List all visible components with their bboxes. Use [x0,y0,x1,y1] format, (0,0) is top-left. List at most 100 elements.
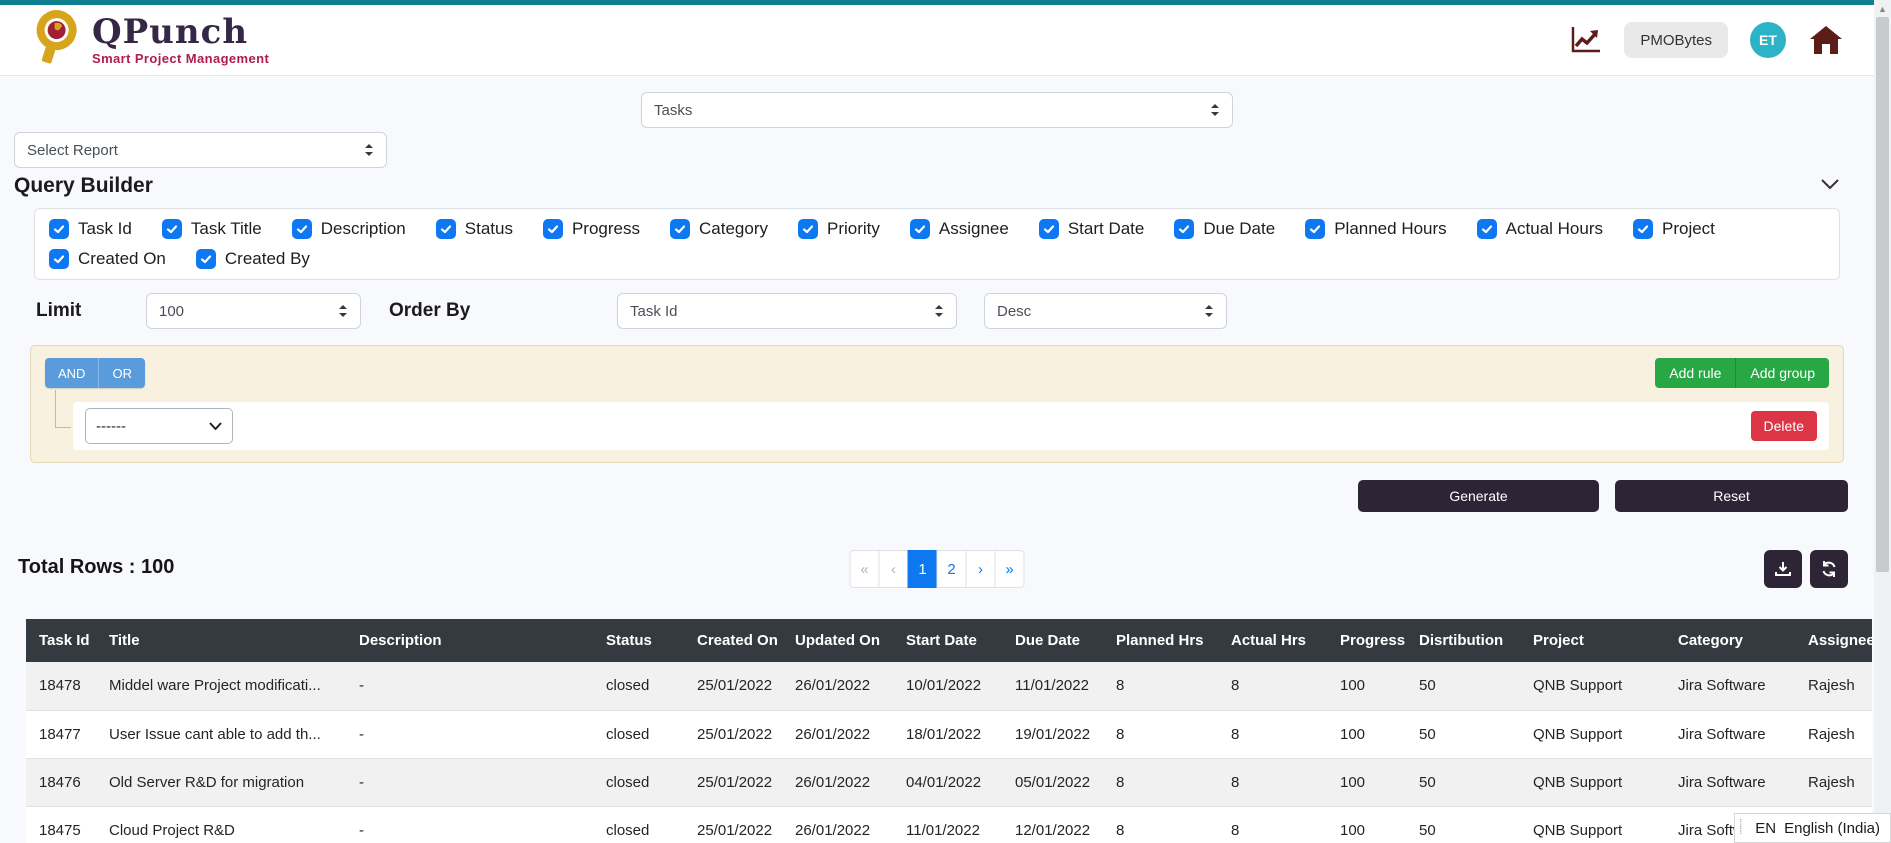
column-header: Updated On [782,619,893,662]
scrollbar-up-arrow-icon[interactable]: ▲ [1874,0,1891,17]
field-checkbox[interactable]: Category [670,219,768,239]
limit-select[interactable]: 100 [146,293,361,329]
grip-dots-icon[interactable]: ⁞ ⁞ [1739,819,1747,837]
checkbox-checked-icon[interactable] [291,219,312,239]
field-checkbox[interactable]: Created By [195,249,310,269]
refresh-icon [1822,561,1836,577]
pagination-prev[interactable]: ‹ [878,550,909,588]
scrollbar-thumb[interactable] [1876,17,1889,572]
table-cell: User Issue cant able to add th... [96,710,346,759]
generate-button[interactable]: Generate [1358,480,1599,512]
field-checkbox-label: Project [1662,219,1715,238]
table-header-row: Task Id Title Description Status Created On U… [26,619,1872,662]
field-checkbox[interactable]: Description [291,219,406,239]
checkbox-checked-icon[interactable] [49,219,69,239]
field-checkbox[interactable]: Start Date [1038,219,1145,239]
analytics-chart-icon[interactable] [1570,25,1602,55]
and-condition-button[interactable]: AND [45,358,99,388]
checkbox-checked-icon[interactable] [1633,219,1653,239]
field-checkbox[interactable]: Progress [542,219,640,239]
table-cell: 26/01/2022 [782,710,893,759]
table-cell: Old Server R&D for migration [96,758,346,807]
column-header: Created On [684,619,782,662]
table-cell: 50 [1406,710,1520,759]
language-bar[interactable]: ⁞ ⁞ EN English (India) [1734,813,1891,843]
field-checkbox-list: Task Id Task Title Description Status Pr… [34,208,1840,280]
order-direction-select[interactable]: Desc [984,293,1227,329]
limit-value: 100 [159,302,185,320]
checkbox-checked-icon[interactable] [670,219,690,239]
add-rule-button[interactable]: Add rule [1655,358,1736,388]
table-cell: 18477 [26,710,96,759]
checkbox-checked-icon[interactable] [909,219,930,239]
column-header: Progress [1327,619,1406,662]
qpunch-logo-icon [30,9,82,71]
results-toolbar: Total Rows : 100 « ‹ 1 2 › » [14,548,1860,594]
field-checkbox[interactable]: Assignee [909,219,1009,239]
add-actions-group: Add rule Add group [1655,358,1829,388]
field-checkbox[interactable]: Created On [49,249,166,269]
download-button[interactable] [1764,550,1802,588]
table-cell: QNB Support [1520,710,1665,759]
pagination-next[interactable]: › [965,550,996,588]
table-cell: 25/01/2022 [684,710,782,759]
field-checkbox[interactable]: Task Id [49,219,132,239]
table-cell: 05/01/2022 [1002,758,1103,807]
checkbox-checked-icon[interactable] [1305,219,1326,239]
field-checkbox[interactable]: Planned Hours [1305,219,1447,239]
reset-button[interactable]: Reset [1615,480,1848,512]
user-avatar[interactable]: ET [1750,22,1786,58]
field-checkbox[interactable]: Status [435,219,513,239]
table-cell: Rajesh [1795,662,1872,711]
table-cell: QNB Support [1520,806,1665,843]
query-builder-collapse-icon[interactable] [1820,177,1840,195]
checkbox-checked-icon[interactable] [797,219,818,239]
pagination-last[interactable]: » [994,550,1025,588]
vertical-scrollbar[interactable]: ▲ [1874,0,1891,843]
or-condition-button[interactable]: OR [98,358,145,388]
order-field-select[interactable]: Task Id [617,293,957,329]
checkbox-checked-icon[interactable] [49,249,69,269]
refresh-button[interactable] [1810,550,1848,588]
column-header: Disrtibution [1406,619,1520,662]
column-header: Description [346,619,593,662]
pagination-page-1[interactable]: 1 [907,550,938,588]
field-checkbox-label: Progress [571,219,640,238]
column-header: Category [1665,619,1795,662]
checkbox-checked-icon[interactable] [542,219,563,239]
app-header: QPunch Smart Project Management PMOBytes… [0,5,1874,76]
table-cell: 50 [1406,806,1520,843]
checkbox-checked-icon[interactable] [1476,219,1497,239]
field-checkbox[interactable]: Actual Hours [1476,219,1603,239]
checkbox-checked-icon[interactable] [435,219,456,239]
field-checkbox[interactable]: Task Title [161,219,262,239]
order-direction-value: Desc [997,302,1032,320]
table-cell: closed [593,662,684,711]
checkbox-checked-icon[interactable] [1038,219,1059,239]
field-checkbox[interactable]: Priority [797,219,880,239]
pmobytes-button[interactable]: PMOBytes [1624,22,1728,58]
field-checkbox[interactable]: Due Date [1174,219,1275,239]
app-logo[interactable]: QPunch Smart Project Management [30,9,269,71]
table-cell: Jira Software [1665,710,1795,759]
column-header: Due Date [1002,619,1103,662]
pagination-page-2[interactable]: 2 [936,550,967,588]
rule-filter-select[interactable]: ------ [85,408,233,444]
table-cell: 8 [1103,806,1218,843]
language-label: English (India) [1784,819,1880,837]
delete-rule-button[interactable]: Delete [1750,411,1817,441]
report-type-select[interactable]: Tasks [641,92,1233,128]
table-cell: - [346,662,593,711]
field-checkbox-label: Start Date [1067,219,1145,238]
home-icon[interactable] [1808,24,1844,56]
table-cell: 18476 [26,758,96,807]
checkbox-checked-icon[interactable] [161,219,182,239]
add-group-button[interactable]: Add group [1735,358,1829,388]
pagination-first[interactable]: « [849,550,880,588]
checkbox-checked-icon[interactable] [1174,219,1195,239]
report-select[interactable]: Select Report [14,132,387,168]
checkbox-checked-icon[interactable] [195,249,216,269]
field-checkbox[interactable]: Project [1633,219,1715,239]
field-checkbox-label: Due Date [1203,219,1276,238]
table-cell: 25/01/2022 [684,758,782,807]
